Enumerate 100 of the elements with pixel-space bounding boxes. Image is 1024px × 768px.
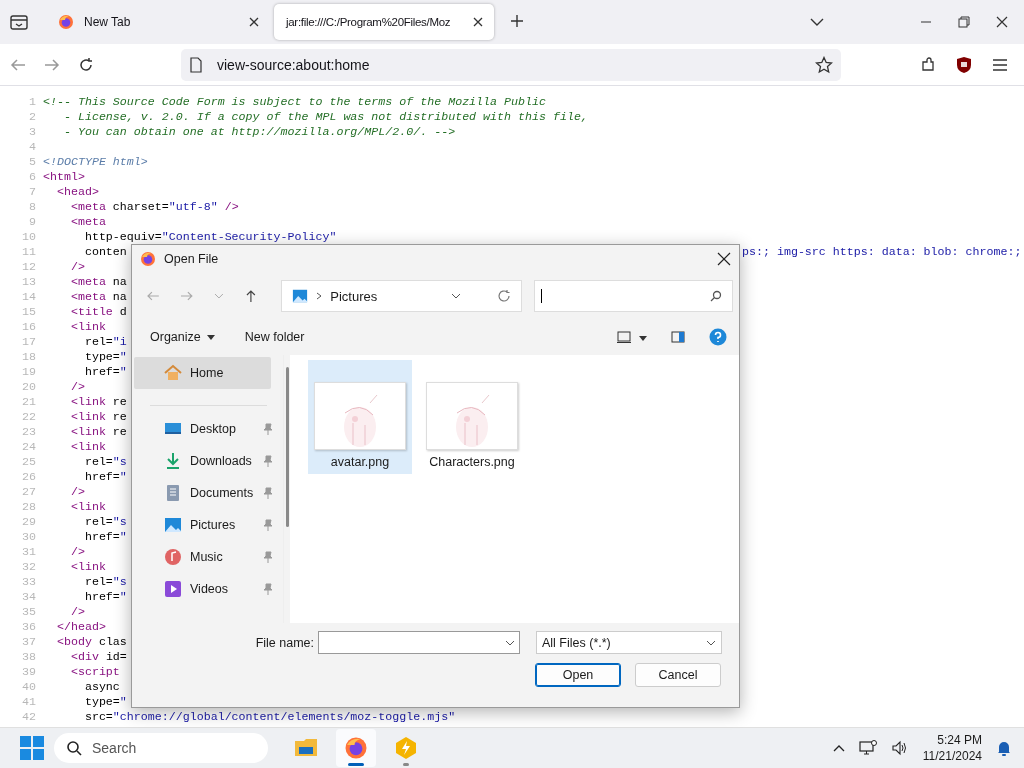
nav-item[interactable]: Documents: [134, 484, 283, 502]
code-line: type=": [83, 349, 127, 364]
network-icon[interactable]: [858, 740, 877, 756]
chevron-up-icon[interactable]: [832, 744, 845, 752]
taskbar-search[interactable]: Search: [54, 733, 268, 763]
nav-item[interactable]: Desktop: [134, 420, 283, 438]
code-line: <!DOCTYPE html>: [43, 154, 148, 169]
line-number: 15: [21, 304, 36, 319]
taskbar-app[interactable]: [336, 729, 376, 767]
chevron-down-icon: [505, 638, 515, 647]
toolbar-button[interactable]: Organize: [150, 330, 215, 344]
dialog-button[interactable]: Open: [535, 663, 621, 687]
code-line: conten: [83, 244, 127, 259]
line-number: 18: [21, 349, 36, 364]
close-icon[interactable]: [472, 16, 484, 28]
new-tab-icon[interactable]: [510, 13, 524, 28]
preview-pane-icon[interactable]: [671, 331, 685, 343]
line-number: 4: [28, 139, 36, 154]
forward-icon[interactable]: [44, 56, 60, 73]
line-number: 24: [21, 439, 36, 454]
document-icon: [164, 484, 182, 502]
code-line: rel="s: [83, 574, 127, 589]
code-line: <meta na: [69, 274, 127, 289]
code-line: <script: [69, 664, 120, 679]
file-name-field[interactable]: [318, 631, 520, 654]
field-label: File name:: [255, 635, 314, 650]
picture-icon: [164, 516, 182, 534]
address-field[interactable]: Pictures: [281, 280, 523, 312]
pin-icon[interactable]: [263, 455, 273, 467]
file-item[interactable]: avatar.png: [308, 360, 412, 474]
shield-icon[interactable]: [956, 55, 972, 74]
line-number: 39: [21, 664, 36, 679]
video-icon: [164, 580, 182, 598]
notification-bell-icon[interactable]: [996, 740, 1012, 756]
start-icon[interactable]: [20, 736, 44, 760]
browser-tab[interactable]: New Tab: [46, 4, 270, 40]
refresh-icon[interactable]: [497, 289, 512, 303]
code-line: href=": [83, 589, 127, 604]
line-number: 38: [21, 649, 36, 664]
pin-icon[interactable]: [263, 583, 273, 595]
line-number: 26: [21, 469, 36, 484]
scrollbar[interactable]: [286, 367, 289, 527]
code-line: href=": [83, 469, 127, 484]
download-icon: [164, 452, 182, 470]
clock[interactable]: 5:24 PM 11/21/2024: [922, 732, 982, 764]
close-icon[interactable]: [248, 16, 260, 28]
help-icon[interactable]: [709, 328, 727, 346]
tab-list-icon[interactable]: [10, 14, 28, 30]
code-line: <link: [69, 559, 106, 574]
address-bar[interactable]: view-source:about:home: [181, 48, 841, 81]
view-icon[interactable]: [617, 331, 631, 343]
close-icon[interactable]: [996, 16, 1008, 28]
file-type-dropdown[interactable]: All Files (*.*): [536, 631, 722, 654]
nav-item[interactable]: Downloads: [134, 452, 283, 470]
line-number: 37: [21, 634, 36, 649]
firefox-icon: [140, 251, 156, 267]
volume-icon[interactable]: [890, 740, 909, 756]
search-icon: [66, 740, 82, 756]
close-icon[interactable]: [717, 252, 731, 266]
search-icon: [710, 290, 722, 302]
nav-item[interactable]: Home: [134, 357, 271, 389]
line-number: 33: [21, 574, 36, 589]
line-number: 12: [21, 259, 36, 274]
pin-icon[interactable]: [263, 551, 273, 563]
pin-icon[interactable]: [263, 487, 273, 499]
toolbar-button[interactable]: New folder: [244, 330, 305, 344]
browser-tab[interactable]: jar:file:///C:/Program%20Files/Moz: [274, 4, 494, 40]
tab-overflow-icon[interactable]: [810, 17, 824, 27]
code-line: rel="i: [83, 334, 127, 349]
reload-icon[interactable]: [78, 56, 94, 73]
dialog-button[interactable]: Cancel: [635, 663, 721, 687]
line-number: 41: [21, 694, 36, 709]
code-line: </head>: [55, 619, 106, 634]
pin-icon[interactable]: [263, 423, 273, 435]
firefox-icon: [58, 14, 74, 30]
menu-icon[interactable]: [992, 57, 1008, 72]
caret-icon[interactable]: [639, 336, 647, 341]
line-number: 17: [21, 334, 36, 349]
lightning-icon: [394, 736, 418, 760]
code-line: <html>: [43, 169, 85, 184]
code-line: <head>: [55, 184, 99, 199]
code-line: <body clas: [55, 634, 127, 649]
chevron-down-icon[interactable]: [451, 292, 462, 300]
extensions-icon[interactable]: [920, 56, 936, 73]
code-line: <div id=: [69, 649, 127, 664]
bookmark-star-icon[interactable]: [815, 55, 833, 74]
nav-item[interactable]: Music: [134, 548, 283, 566]
line-number: 29: [21, 514, 36, 529]
nav-item[interactable]: Videos: [134, 580, 283, 598]
line-number: 13: [21, 274, 36, 289]
pin-icon[interactable]: [263, 519, 273, 531]
nav-item[interactable]: Pictures: [134, 516, 283, 534]
code-line: <link re: [69, 394, 127, 409]
code-line: src="chrome://global/content/elements/moz-toggle.mjs": [83, 709, 456, 724]
back-icon[interactable]: [10, 56, 26, 73]
firefox-icon: [344, 736, 368, 760]
line-number: 42: [21, 709, 36, 724]
code-line: <title d: [69, 304, 127, 319]
maximize-icon[interactable]: [958, 16, 970, 28]
search-field[interactable]: [534, 280, 733, 312]
